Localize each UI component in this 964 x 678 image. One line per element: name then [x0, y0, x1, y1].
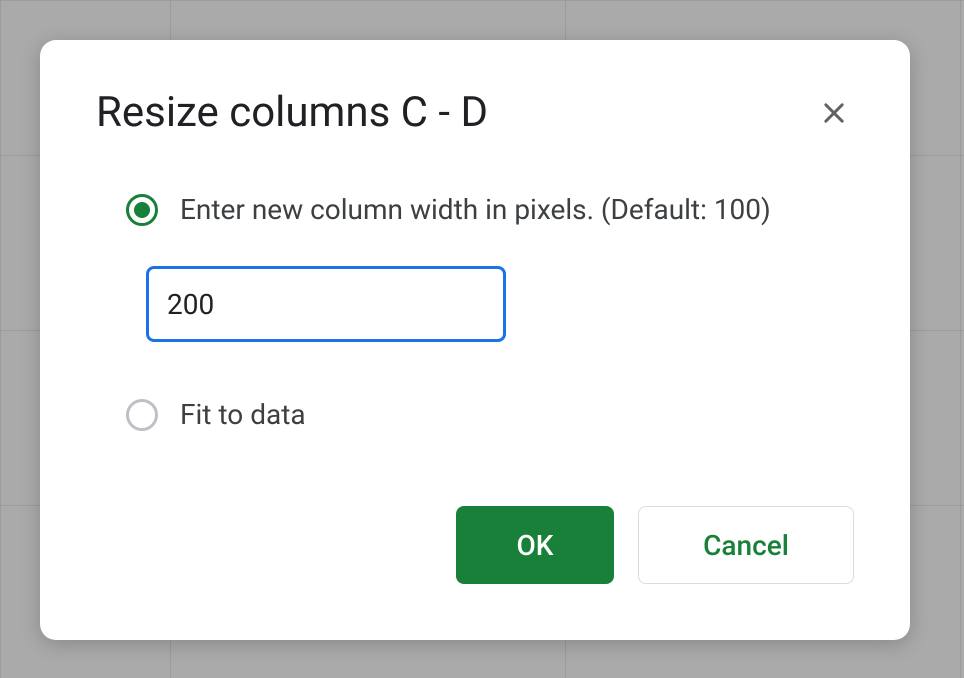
column-width-input[interactable] [146, 266, 506, 342]
radio-fit-to-data-label: Fit to data [180, 398, 306, 431]
resize-columns-dialog: Resize columns C - D Enter new column wi… [40, 40, 910, 640]
ok-button[interactable]: OK [456, 506, 614, 584]
dialog-title: Resize columns C - D [96, 88, 488, 137]
radio-enter-width[interactable]: Enter new column width in pixels. (Defau… [126, 193, 854, 226]
close-icon [820, 99, 848, 127]
radio-unselected-icon [126, 399, 158, 431]
radio-fit-to-data[interactable]: Fit to data [126, 398, 854, 431]
radio-enter-width-label: Enter new column width in pixels. (Defau… [180, 193, 771, 226]
radio-selected-icon [126, 194, 158, 226]
cancel-button[interactable]: Cancel [638, 506, 854, 584]
close-button[interactable] [814, 93, 854, 133]
